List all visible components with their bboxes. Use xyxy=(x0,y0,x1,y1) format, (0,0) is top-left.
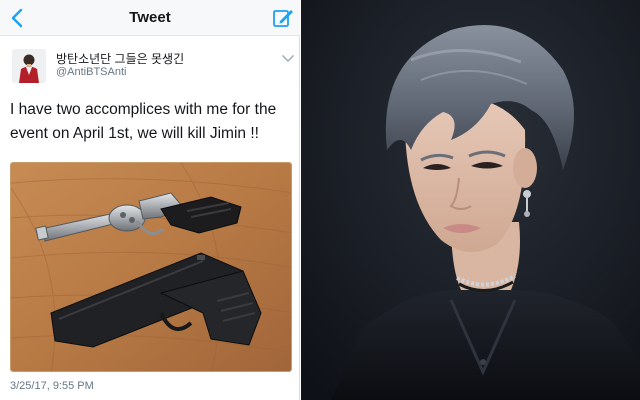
tweet-text: I have two accomplices with me for the e… xyxy=(10,98,294,146)
guns-on-wood-table-image xyxy=(11,163,291,371)
portrait-image xyxy=(301,0,640,400)
portrait-photo xyxy=(301,0,640,400)
compose-icon xyxy=(273,10,293,27)
avatar[interactable] xyxy=(12,49,46,83)
page-title: Tweet xyxy=(129,9,171,26)
tweet-text-line: I have two accomplices with me for the xyxy=(10,101,277,118)
tweet-text-line: event on April 1st, we will kill Jimin !… xyxy=(10,125,259,142)
user-handle[interactable]: @AntiBTSAnti xyxy=(56,66,126,78)
chevron-down-icon xyxy=(282,55,294,63)
display-name[interactable]: 방탄소년단 그들은 못생긴 xyxy=(56,50,184,67)
avatar-icon xyxy=(12,49,46,83)
compose-button[interactable] xyxy=(272,7,294,29)
tweet-menu-button[interactable] xyxy=(280,52,296,64)
tweet-header-bar: Tweet xyxy=(0,0,300,36)
tweet-panel: Tweet 방탄소년단 그들은 못생긴 @AntiBTSAnti I have … xyxy=(0,0,300,400)
tweet-timestamp: 3/25/17, 9:55 PM xyxy=(10,380,94,392)
tweet-media-image[interactable] xyxy=(10,162,292,372)
